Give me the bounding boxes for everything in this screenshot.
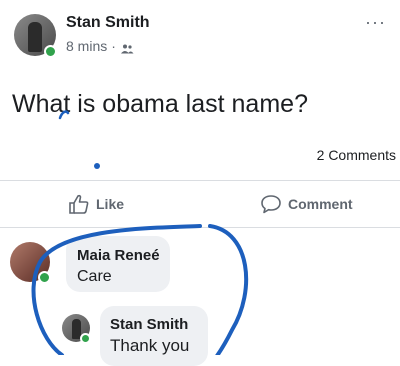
like-button[interactable]: Like (68, 194, 124, 214)
online-status-indicator (44, 45, 57, 58)
post-timestamp[interactable]: 8 mins (66, 38, 107, 54)
divider (0, 180, 400, 181)
online-status-indicator (38, 271, 51, 284)
divider (0, 227, 400, 228)
comment-text: Care (77, 268, 112, 285)
post-meta: 8 mins · (66, 38, 134, 54)
reply-text: Thank you (110, 336, 190, 355)
comment-author[interactable]: Maia Reneé (77, 247, 160, 264)
like-label: Like (96, 196, 125, 212)
thumbs-up-icon (68, 194, 90, 214)
annotation-dot (94, 163, 100, 169)
comment-label: Comment (288, 196, 353, 212)
speech-bubble-icon (260, 194, 282, 214)
reply-author[interactable]: Stan Smith (110, 316, 188, 333)
online-status-indicator (80, 333, 91, 344)
reply-bubble: Stan Smith Thank you (100, 306, 208, 366)
comment-bubble: Maia Reneé Care (66, 236, 170, 292)
friends-icon (120, 41, 134, 54)
meta-separator: · (111, 38, 116, 54)
annotation-circle (31, 110, 249, 355)
avatar-silhouette-icon (28, 22, 42, 52)
post-text: What is obama last name? (12, 90, 308, 118)
comment-button[interactable]: Comment (260, 194, 353, 214)
comments-count[interactable]: 2 Comments (317, 147, 396, 163)
more-options-icon[interactable]: ··· (365, 12, 386, 33)
post-author-name[interactable]: Stan Smith (66, 14, 150, 32)
